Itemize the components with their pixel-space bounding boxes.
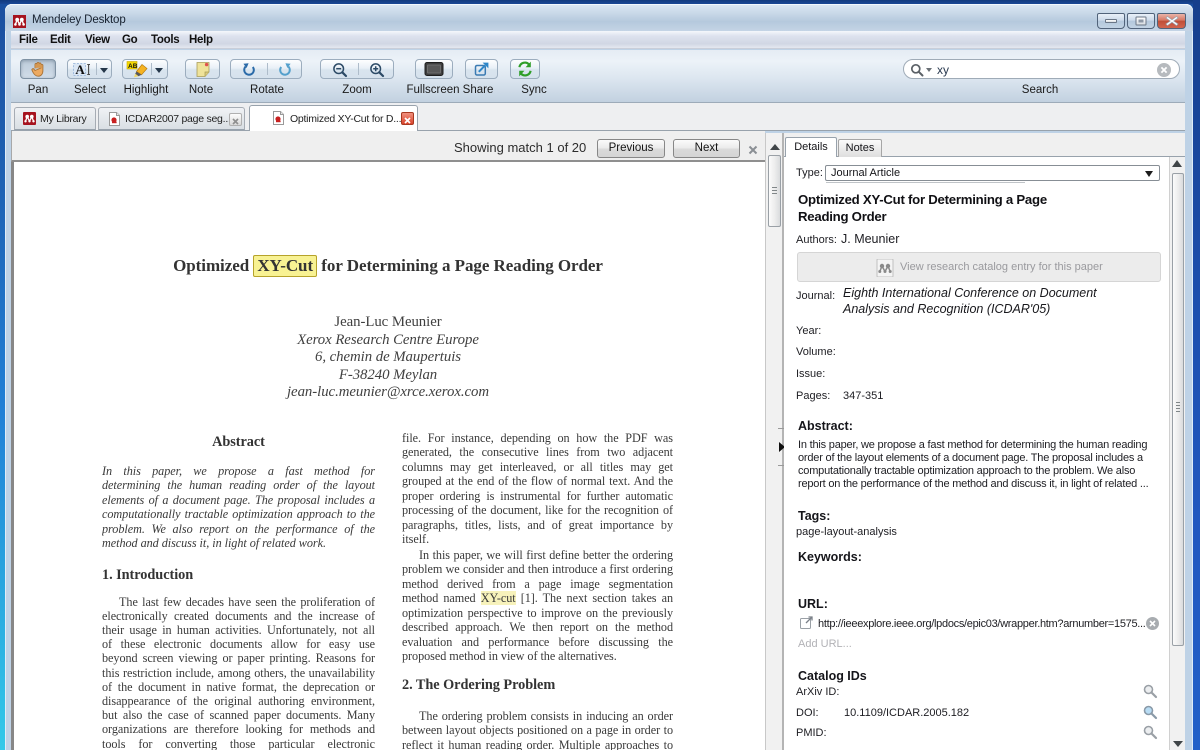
svg-text:AB: AB [128, 63, 138, 70]
svg-text:A: A [75, 62, 85, 77]
